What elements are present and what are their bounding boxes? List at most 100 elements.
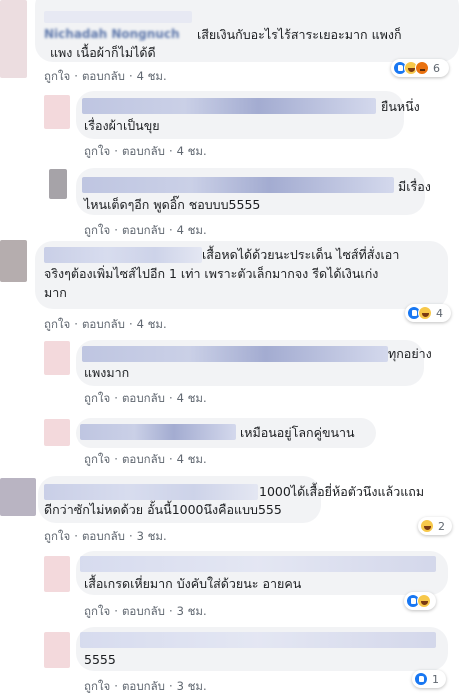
timestamp: 3 ชม. — [176, 679, 207, 693]
reply-link[interactable]: ตอบกลับ — [122, 222, 165, 240]
separator: · — [114, 452, 118, 466]
separator: · — [128, 529, 133, 543]
reaction-summary[interactable]: 6 — [391, 59, 449, 77]
comment-text: แพงมาก — [84, 365, 130, 380]
separator: · — [114, 144, 118, 158]
blurred-name — [80, 424, 236, 440]
comment-text: เสื้อหดได้ด้วยนะประเด็น ไซส์ที่สั่งเอา — [202, 247, 400, 262]
reaction-count: 2 — [438, 519, 445, 533]
avatar[interactable] — [0, 0, 27, 78]
like-link[interactable]: ถูกใจ — [44, 316, 70, 334]
reaction-count: 6 — [433, 61, 440, 75]
separator: · — [168, 604, 173, 618]
avatar[interactable] — [49, 169, 67, 199]
comment-text: แพง เนื้อผ้าก็ไม่ได้ดี — [50, 45, 156, 60]
separator: · — [74, 529, 78, 543]
separator: · — [168, 391, 173, 405]
reaction-summary[interactable] — [404, 592, 436, 610]
comment-text: เรื่องผ้าเป็นขุย — [84, 118, 160, 133]
comment-actions: ถูกใจ · ตอบกลับ · 3 ชม. — [84, 603, 207, 621]
comment-text: เหมือนอยู่โลกคู่ขนาน — [240, 425, 355, 440]
reaction-summary[interactable]: 4 — [405, 304, 451, 322]
timestamp: 4 ชม. — [176, 144, 207, 158]
like-icon — [414, 672, 428, 686]
timestamp: 4 ชม. — [176, 391, 207, 405]
avatar[interactable] — [44, 341, 70, 375]
blurred-name — [82, 346, 388, 362]
avatar[interactable] — [44, 556, 70, 592]
like-link[interactable]: ถูกใจ — [84, 603, 110, 621]
like-link[interactable]: ถูกใจ — [84, 390, 110, 408]
blurred-name — [44, 11, 192, 23]
reply-link[interactable]: ตอบกลับ — [122, 451, 165, 469]
reply-link[interactable]: ตอบกลับ — [122, 603, 165, 621]
haha-icon — [418, 306, 432, 320]
reaction-summary[interactable]: 2 — [418, 517, 452, 535]
comment-author[interactable]: Nichadah Nongnuch — [44, 27, 179, 41]
like-link[interactable]: ถูกใจ — [84, 143, 110, 161]
separator: · — [114, 391, 118, 405]
avatar[interactable] — [0, 240, 27, 282]
reply-link[interactable]: ตอบกลับ — [122, 143, 165, 161]
reply-link[interactable]: ตอบกลับ — [122, 390, 165, 408]
timestamp: 4 ชม. — [176, 452, 207, 466]
comment-text: จริงๆต้องเพิ่มไซส์ไปอีก 1 เท่า เพราะตัวเ… — [44, 266, 379, 281]
separator: · — [114, 223, 118, 237]
comment-text: ยืนหนึ่ง — [381, 99, 420, 114]
separator: · — [114, 679, 118, 693]
timestamp: 4 ชม. — [136, 317, 167, 331]
separator: · — [128, 69, 133, 83]
reply-link[interactable]: ตอบกลับ — [82, 528, 125, 546]
comment-text: เสื้อเกรดเหี่ยมาก บังคับใส่ด้วยนะ อายคน — [84, 576, 302, 591]
comment-actions: ถูกใจ · ตอบกลับ · 4 ชม. — [84, 143, 207, 161]
timestamp: 4 ชม. — [136, 69, 167, 83]
angry-icon — [415, 61, 429, 75]
separator: · — [168, 144, 173, 158]
haha-icon — [420, 519, 434, 533]
reply-link[interactable]: ตอบกลับ — [82, 316, 125, 334]
reply-link[interactable]: ตอบกลับ — [82, 68, 125, 86]
avatar[interactable] — [44, 95, 70, 129]
comment-actions: ถูกใจ · ตอบกลับ · 4 ชม. — [84, 222, 207, 240]
separator: · — [168, 223, 173, 237]
blurred-name — [80, 556, 436, 572]
like-link[interactable]: ถูกใจ — [44, 528, 70, 546]
comment-text: 1000ได้เสื้อยี่ห้อตัวนึงแล้วแถม — [259, 484, 425, 499]
comment-text: เสียเงินกับอะไรไร้สาระเยอะมาก แพงก็ — [197, 27, 402, 42]
like-link[interactable]: ถูกใจ — [84, 678, 110, 696]
comment-actions: ถูกใจ · ตอบกลับ · 4 ชม. — [84, 390, 207, 408]
separator: · — [168, 452, 173, 466]
like-link[interactable]: ถูกใจ — [84, 451, 110, 469]
comment-text: มาก — [44, 285, 67, 300]
haha-icon — [417, 594, 431, 608]
comment-actions: ถูกใจ · ตอบกลับ · 4 ชม. — [84, 451, 207, 469]
blurred-name — [44, 247, 202, 263]
comment-actions: ถูกใจ · ตอบกลับ · 4 ชม. — [44, 68, 167, 86]
like-link[interactable]: ถูกใจ — [84, 222, 110, 240]
like-link[interactable]: ถูกใจ — [44, 68, 70, 86]
comment-text: ทุกอย่าง — [388, 346, 432, 361]
reply-link[interactable]: ตอบกลับ — [122, 678, 165, 696]
comment-actions: ถูกใจ · ตอบกลับ · 3 ชม. — [84, 678, 207, 696]
comment-actions: ถูกใจ · ตอบกลับ · 3 ชม. — [44, 528, 167, 546]
reaction-count: 1 — [432, 672, 439, 686]
comment-actions: ถูกใจ · ตอบกลับ · 4 ชม. — [44, 316, 167, 334]
comment-text: มีเรื่อง — [398, 179, 431, 194]
reaction-summary[interactable]: 1 — [412, 670, 446, 688]
blurred-name — [44, 484, 258, 500]
separator: · — [114, 604, 118, 618]
avatar[interactable] — [44, 419, 70, 446]
reaction-count: 4 — [436, 306, 443, 320]
comment-text: 5555 — [84, 652, 116, 667]
timestamp: 3 ชม. — [136, 529, 167, 543]
comment-text: ไหนเต็ดๆอีก พูดอิ๊ก ชอบบบ5555 — [84, 197, 261, 212]
comment-text: ดีกว่าซักไม่หดด้วย อั้นนี้1000นึงคือแบบ5… — [44, 502, 282, 517]
separator: · — [74, 69, 78, 83]
blurred-name — [80, 632, 436, 648]
separator: · — [168, 679, 173, 693]
separator: · — [74, 317, 78, 331]
avatar[interactable] — [44, 632, 70, 668]
avatar[interactable] — [0, 478, 36, 516]
timestamp: 4 ชม. — [176, 223, 207, 237]
timestamp: 3 ชม. — [176, 604, 207, 618]
